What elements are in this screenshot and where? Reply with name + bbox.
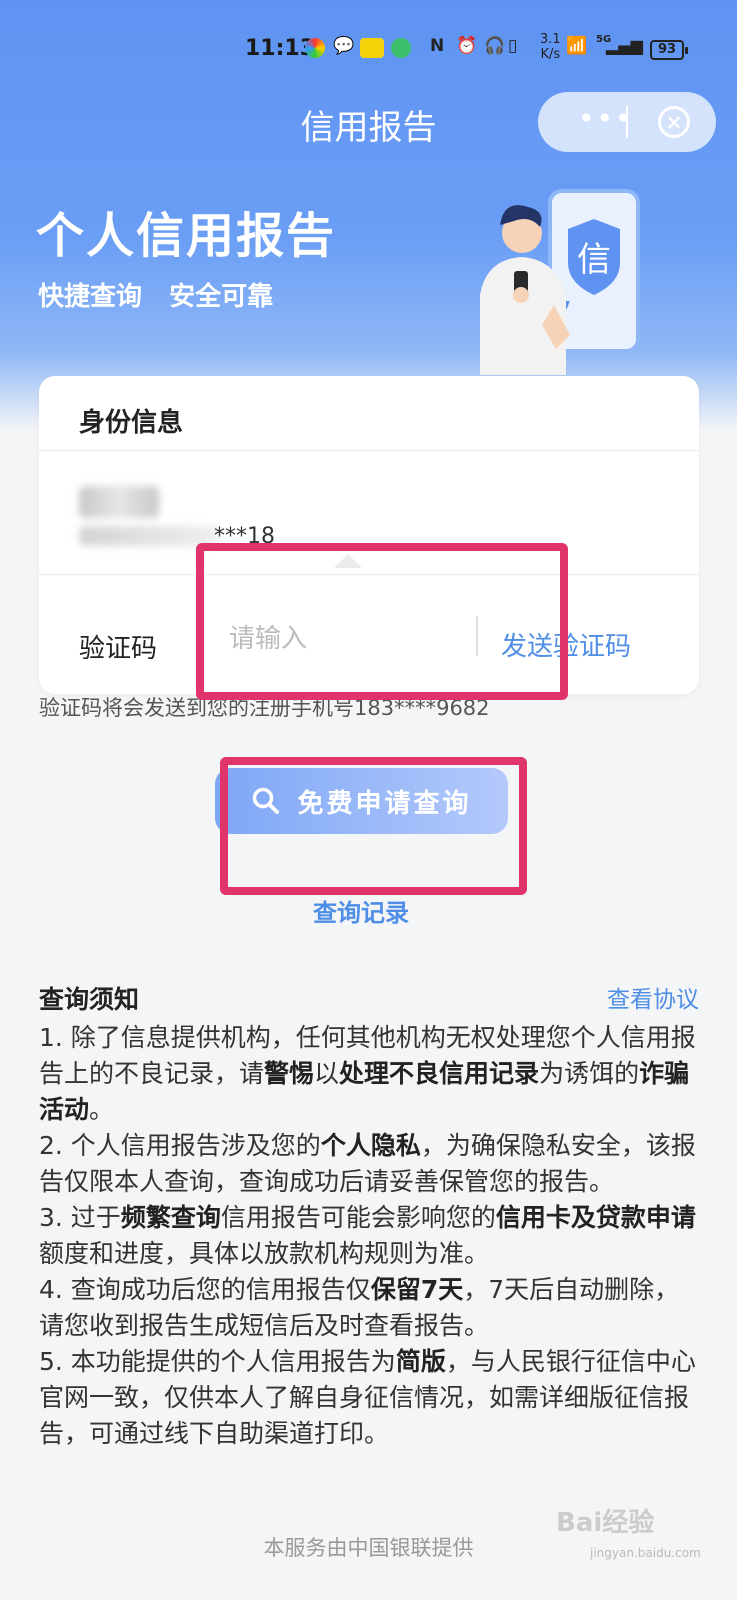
notice-item: 1. 除了信息提供机构，任何其他机构无权处理您个人信用报告上的不良记录，请警惕以…	[39, 1023, 696, 1124]
highlight-box-code-input	[196, 543, 568, 700]
status-bar: 11:13 💬 N ⏰ 🎧 ▯ 3.1 K/s 📶 5G ▂▄▆ 93	[0, 30, 737, 70]
yy-icon	[360, 38, 384, 58]
view-agreement-link[interactable]: 查看协议	[607, 980, 699, 1014]
nfc-icon: N	[430, 36, 445, 56]
net-speed-value: 3.1	[540, 32, 561, 47]
masked-name	[79, 486, 159, 518]
battery-icon: 93	[650, 40, 688, 60]
shield-check-icon	[391, 38, 411, 58]
alarm-icon: ⏰	[456, 36, 478, 56]
net-speed-unit: K/s	[540, 47, 561, 62]
query-records-link[interactable]: 查询记录	[0, 893, 722, 928]
app-notification-icon	[305, 38, 325, 58]
capsule-divider	[626, 106, 628, 138]
baidu-watermark-url: jingyan.baidu.com	[590, 1546, 701, 1560]
hero-subtitle: 快捷查询 安全可靠	[38, 282, 274, 312]
notice-item: 3. 过于频繁查询信用报告可能会影响您的信用卡及贷款申请额度和进度，具体以放款机…	[39, 1203, 696, 1268]
notice-heading: 查询须知	[39, 985, 140, 1014]
verification-code-label: 验证码	[79, 634, 158, 664]
phone-vibrate-icon: ▯	[508, 36, 518, 56]
mini-program-capsule: ••• ×	[538, 92, 716, 152]
identity-heading: 身份信息	[79, 408, 184, 438]
person-with-phone-illustration: 信	[480, 189, 640, 375]
net-speed: 3.1 K/s	[540, 32, 561, 62]
wifi-icon: 📶	[566, 36, 588, 56]
cell-signal-icon: ▂▄▆	[606, 36, 643, 55]
headphones-icon: 🎧	[484, 36, 506, 56]
query-notice: 查询须知 查看协议 1. 除了信息提供机构，任何其他机构无权处理您个人信用报告上…	[39, 980, 699, 1452]
hero-title: 个人信用报告	[36, 208, 337, 264]
notice-body: 1. 除了信息提供机构，任何其他机构无权处理您个人信用报告上的不良记录，请警惕以…	[39, 1020, 699, 1452]
notice-item: 4. 查询成功后您的信用报告仅保留7天，7天后自动删除，请您收到报告生成短信后及…	[39, 1275, 680, 1340]
badge-char: 信	[577, 240, 611, 280]
wechat-icon: 💬	[333, 36, 355, 56]
baidu-watermark: Bai经验	[556, 1508, 655, 1538]
divider	[39, 450, 699, 451]
highlight-box-apply-button	[220, 757, 527, 895]
close-button[interactable]: ×	[658, 106, 690, 138]
notice-item: 2. 个人信用报告涉及您的个人隐私，为确保隐私安全，该报告仅限本人查询，查询成功…	[39, 1131, 696, 1196]
notice-item: 5. 本功能提供的个人信用报告为简版，与人民银行征信中心官网一致，仅供本人了解自…	[39, 1347, 696, 1448]
